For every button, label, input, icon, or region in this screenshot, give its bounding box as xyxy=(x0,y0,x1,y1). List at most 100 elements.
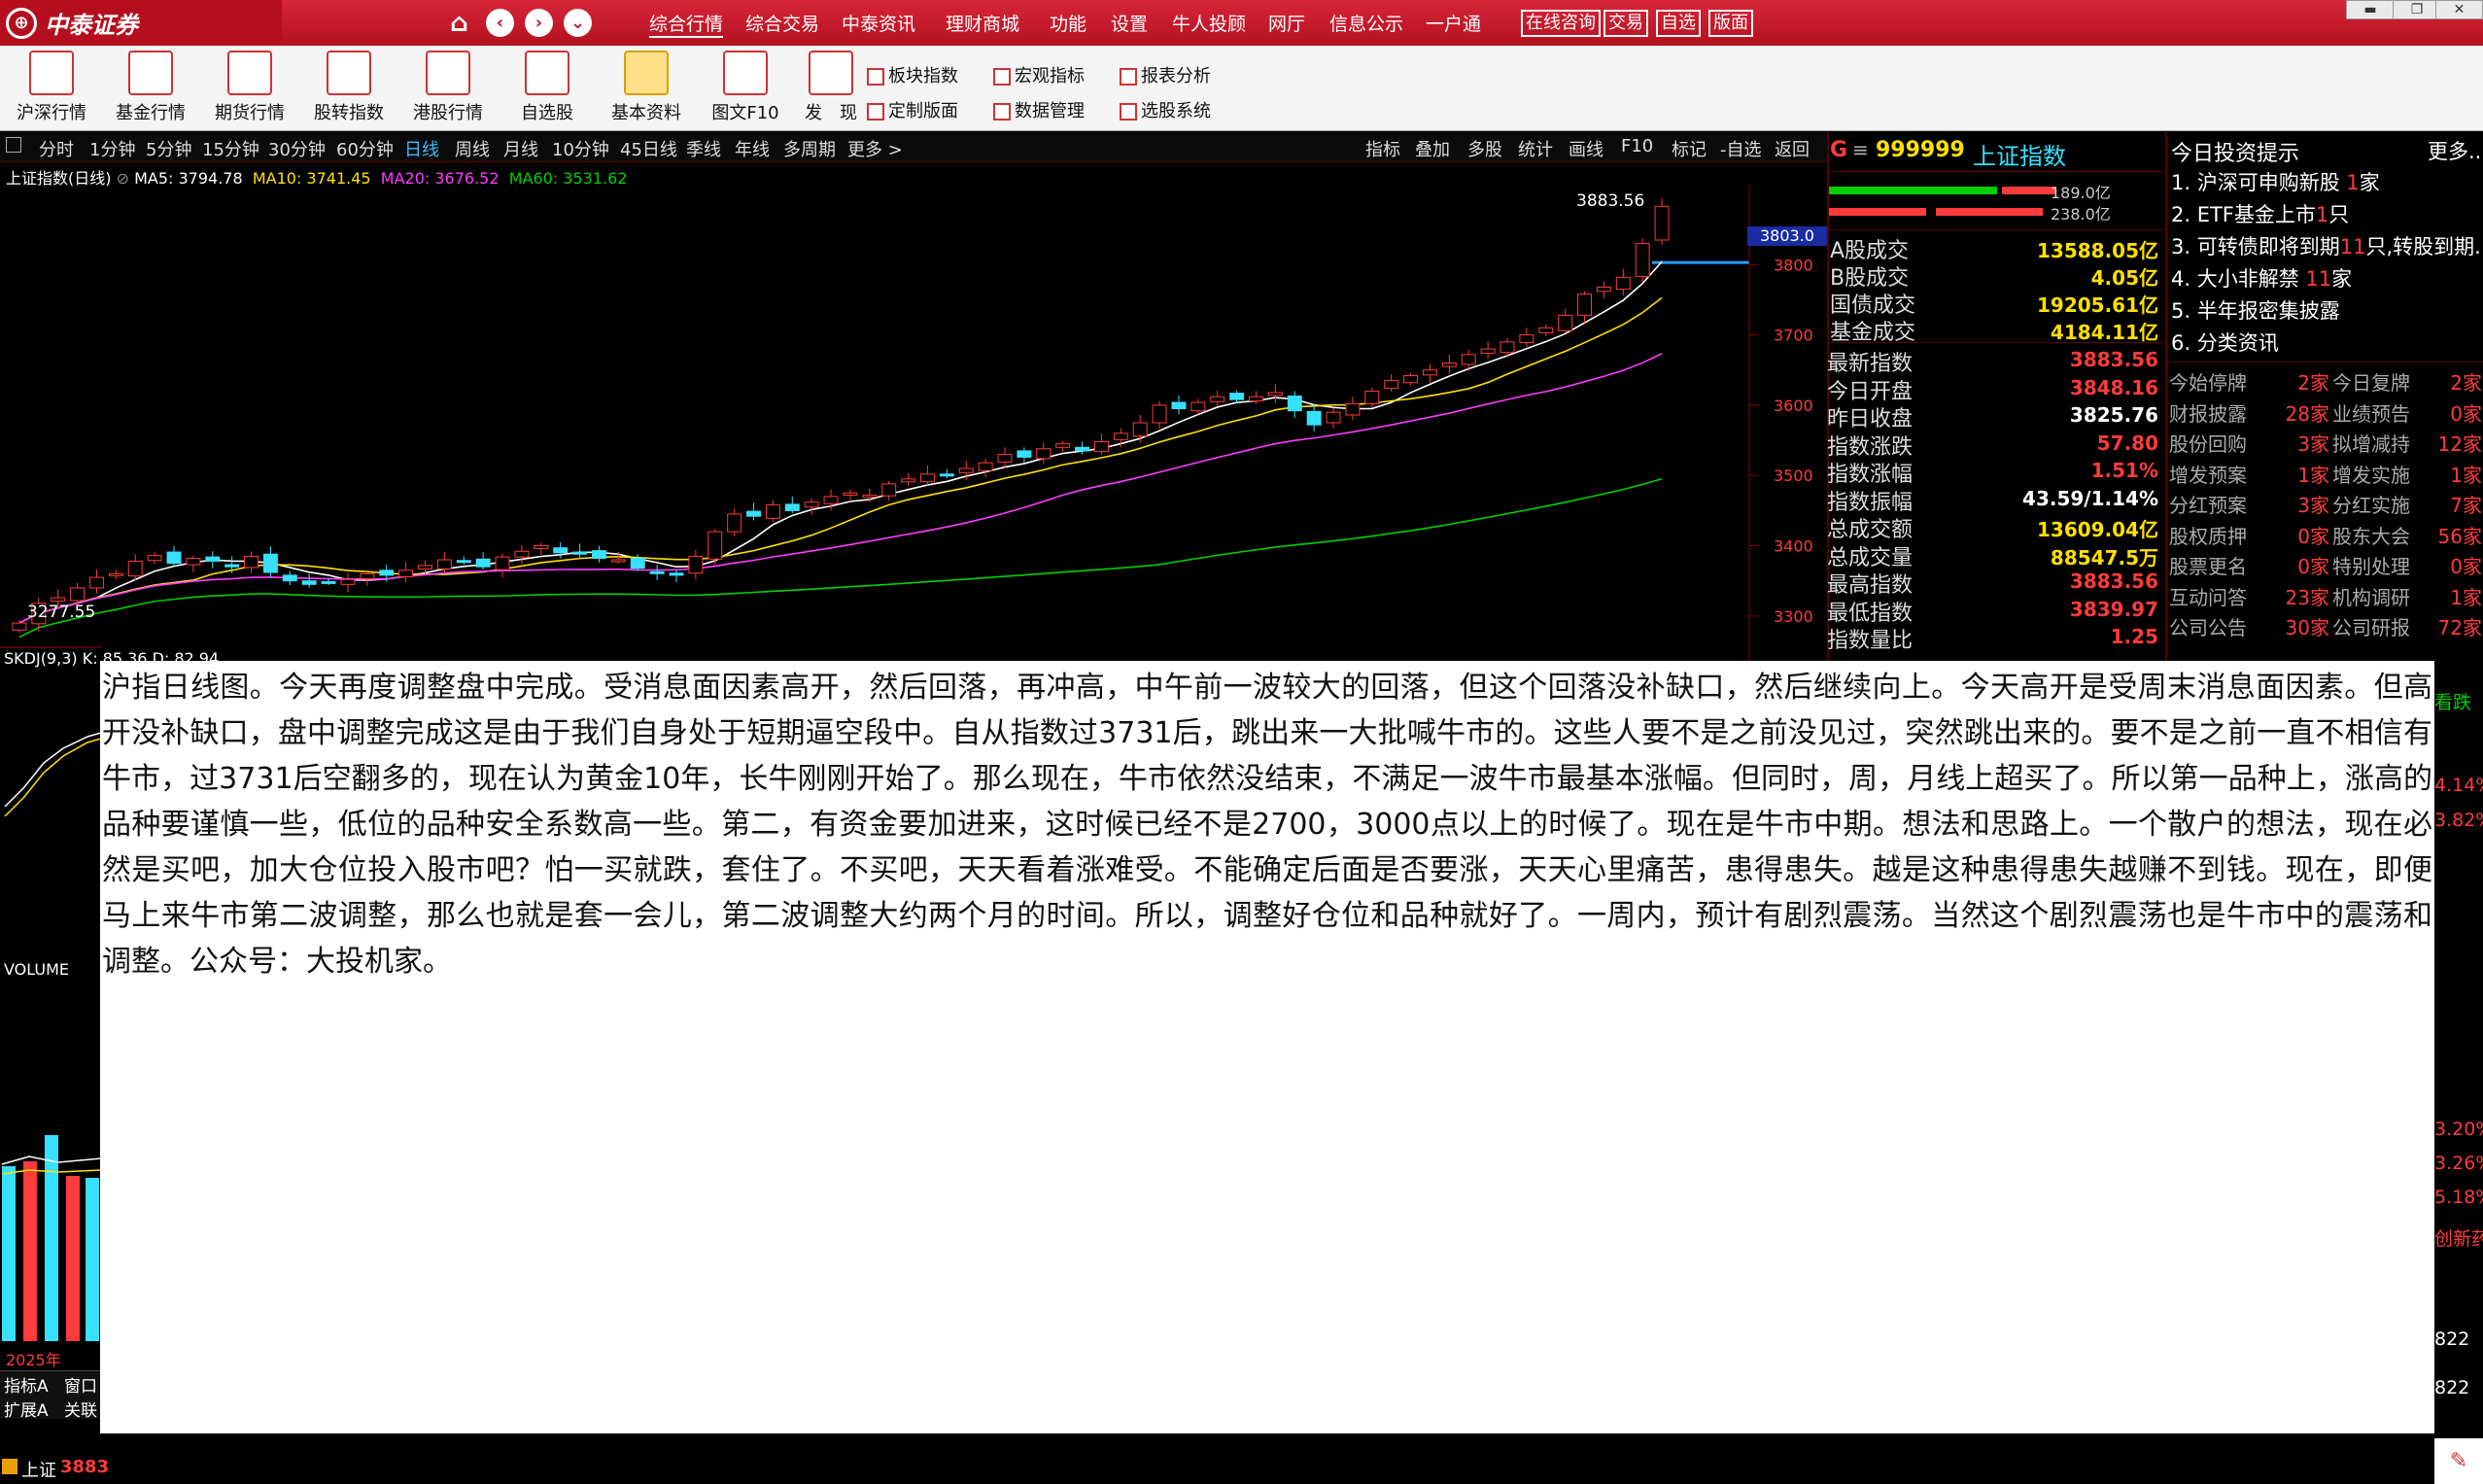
chart-tool-button[interactable]: F10 xyxy=(1621,136,1653,156)
period-tab[interactable]: 日线 xyxy=(404,136,439,161)
forward-icon[interactable]: › xyxy=(525,9,553,37)
period-tab[interactable]: 月线 xyxy=(503,136,538,161)
tip-grid-label[interactable]: 拟增减持 xyxy=(2332,429,2410,457)
tip-item[interactable]: 2. ETF基金上市1只 xyxy=(2171,199,2349,228)
chart-tool-button[interactable]: 叠加 xyxy=(1415,136,1450,161)
top-box-button[interactable]: 自选 xyxy=(1656,10,1701,37)
small-tool-button[interactable]: 数据管理 xyxy=(993,97,1085,122)
period-tab[interactable]: 30分钟 xyxy=(268,136,326,161)
tip-grid-label[interactable]: 股东大会 xyxy=(2332,521,2410,549)
tip-grid-label[interactable]: 分红实施 xyxy=(2332,490,2410,518)
tip-grid-label[interactable]: 增发实施 xyxy=(2332,460,2410,488)
period-tab[interactable]: 1分钟 xyxy=(89,136,135,161)
small-tool-button[interactable]: 选股系统 xyxy=(1120,97,1211,122)
small-tool-button[interactable]: 宏观指标 xyxy=(993,62,1085,87)
top-menu-item[interactable]: 中泰资讯 xyxy=(842,10,915,36)
toolbar-button[interactable]: 基金行情 xyxy=(107,51,194,124)
period-tab[interactable]: 季线 xyxy=(686,136,721,161)
chart-tool-button[interactable]: 画线 xyxy=(1569,136,1604,161)
top-menu-item[interactable]: 牛人投顾 xyxy=(1172,10,1246,36)
period-tab[interactable]: 60分钟 xyxy=(336,136,394,161)
candlestick-chart[interactable]: 3300 3400 3500 3600 3700 3800 xyxy=(0,185,1827,661)
small-tool-label: 板块指数 xyxy=(888,66,958,86)
toolbar-button[interactable]: 图文F10 xyxy=(702,51,789,124)
tip-grid-label[interactable]: 股票更名 xyxy=(2169,551,2247,579)
period-tab[interactable]: 10分钟 xyxy=(552,136,609,161)
tab-extend[interactable]: 扩展A xyxy=(4,1397,49,1421)
status-value: 3883 xyxy=(60,1457,110,1477)
tab-indicator[interactable]: 指标A xyxy=(4,1372,49,1397)
tip-grid-label[interactable]: 今始停牌 xyxy=(2169,367,2247,396)
panel-toggle-icon[interactable] xyxy=(6,137,21,153)
tip-grid-label[interactable]: 今日复牌 xyxy=(2332,367,2410,396)
top-menu-item[interactable]: 设置 xyxy=(1111,10,1148,36)
dropdown-icon[interactable]: ⌄ xyxy=(564,9,592,37)
minimize-button[interactable]: ▬ xyxy=(2346,0,2395,19)
tip-grid-label[interactable]: 互动问答 xyxy=(2169,582,2247,610)
candle xyxy=(147,555,162,562)
chart-tool-button[interactable]: 统计 xyxy=(1518,136,1553,161)
period-tab[interactable]: 更多 > xyxy=(847,136,903,161)
period-tab[interactable]: 多周期 xyxy=(783,136,836,161)
chart-tool-button[interactable]: 多股 xyxy=(1467,136,1502,161)
pen-icon[interactable]: ✎ xyxy=(2434,1438,2483,1484)
chart-tool-button[interactable]: 返回 xyxy=(1775,136,1810,161)
toolbar-button[interactable]: 发 现 xyxy=(787,51,875,124)
top-menu-item[interactable]: 一户通 xyxy=(1426,10,1481,36)
tip-item[interactable]: 3. 可转债即将到期11只,转股到期.. xyxy=(2171,231,2483,260)
period-tab[interactable]: 15分钟 xyxy=(202,136,259,161)
period-tab[interactable]: 分时 xyxy=(39,136,74,161)
top-box-button[interactable]: 在线咨询 xyxy=(1521,10,1601,37)
top-menu-item[interactable]: 理财商城 xyxy=(946,10,1019,36)
small-tool-button[interactable]: 定制版面 xyxy=(867,97,958,122)
top-menu-item[interactable]: 信息公示 xyxy=(1329,10,1403,36)
candle xyxy=(12,622,27,631)
tips-more-link[interactable]: 更多.. xyxy=(2428,136,2481,165)
top-box-button[interactable]: 交易 xyxy=(1604,10,1648,37)
candle xyxy=(1500,341,1515,354)
close-button[interactable]: ✕ xyxy=(2435,0,2483,19)
toolbar-button[interactable]: 股转指数 xyxy=(305,51,393,124)
top-menu-item[interactable]: 综合行情 xyxy=(649,10,724,38)
tip-grid-label[interactable]: 业绩预告 xyxy=(2332,398,2410,427)
period-tab[interactable]: 周线 xyxy=(455,136,490,161)
chart-tool-button[interactable]: 标记 xyxy=(1672,136,1707,161)
tip-item[interactable]: 4. 大小非解禁 11家 xyxy=(2171,263,2352,293)
tip-grid-label[interactable]: 公司公告 xyxy=(2169,612,2247,640)
period-tab[interactable]: 年线 xyxy=(735,136,770,161)
maximize-button[interactable]: ❐ xyxy=(2393,0,2441,19)
back-icon[interactable]: ‹ xyxy=(486,9,514,37)
small-tool-button[interactable]: 报表分析 xyxy=(1120,62,1211,87)
top-menu-item[interactable]: 网厅 xyxy=(1268,10,1305,36)
chart-tool-button[interactable]: -自选 xyxy=(1720,136,1762,161)
tip-grid-label[interactable]: 公司研报 xyxy=(2332,612,2410,640)
toolbar-button[interactable]: 自选股 xyxy=(503,51,591,124)
small-tool-button[interactable]: 板块指数 xyxy=(867,62,958,87)
toolbar-button[interactable]: 沪深行情 xyxy=(8,51,95,124)
menu-icon[interactable]: ≡ xyxy=(1852,138,1869,161)
status-icon xyxy=(2,1459,17,1474)
tip-item[interactable]: 5. 半年报密集披露 xyxy=(2171,295,2340,325)
home-icon[interactable]: ⌂ xyxy=(445,9,473,38)
period-tab[interactable]: 45日线 xyxy=(620,136,677,161)
tip-grid-label[interactable]: 股权质押 xyxy=(2169,521,2247,549)
tip-grid-label[interactable]: 机构调研 xyxy=(2332,582,2410,610)
chart-tool-button[interactable]: 指标 xyxy=(1365,136,1400,161)
tip-grid-label[interactable]: 财报披露 xyxy=(2169,398,2247,427)
tip-grid-label[interactable]: 分红预案 xyxy=(2169,490,2247,518)
tip-grid-label[interactable]: 增发预案 xyxy=(2169,460,2247,488)
toolbar-button[interactable]: 港股行情 xyxy=(404,51,492,124)
toolbar-button[interactable]: 期货行情 xyxy=(206,51,293,124)
tip-grid-label[interactable]: 股份回购 xyxy=(2169,429,2247,457)
tip-item[interactable]: 6. 分类资讯 xyxy=(2171,328,2279,357)
tip-item[interactable]: 1. 沪深可申购新股 1家 xyxy=(2171,167,2380,196)
toolbar-button[interactable]: 基本资料 xyxy=(603,51,690,124)
candle xyxy=(224,564,240,568)
top-menu-item[interactable]: 功能 xyxy=(1050,10,1086,36)
top-box-button[interactable]: 版面 xyxy=(1708,10,1753,37)
tab-window[interactable]: 窗口 xyxy=(64,1372,97,1397)
top-menu-item[interactable]: 综合交易 xyxy=(745,10,819,36)
tab-related[interactable]: 关联 xyxy=(64,1397,97,1421)
tip-grid-label[interactable]: 特别处理 xyxy=(2332,551,2410,579)
period-tab[interactable]: 5分钟 xyxy=(146,136,191,161)
